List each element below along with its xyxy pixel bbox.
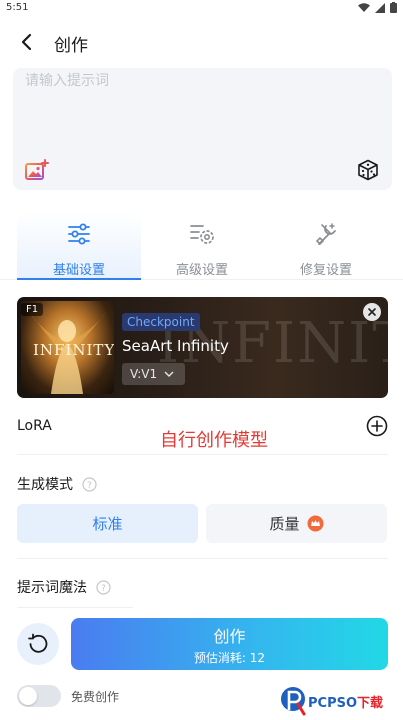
model-badge: F1 [21,303,44,316]
divider [17,607,133,608]
lora-annotation: 自行创作模型 [160,430,268,451]
prompt-magic-label: 提示词魔法 [17,580,87,596]
plus-circle-icon[interactable] [366,415,388,437]
watermark-text: PCPSO下载 [308,692,383,711]
model-card[interactable]: INFINITY INFINITY F1 Checkpoint SeaArt I… [17,297,388,398]
tab-label: 高级设置 [175,263,228,278]
gear-list-icon [190,225,214,244]
page-title: 创作 [54,36,88,56]
crown-icon [307,515,323,532]
svg-text:?: ? [101,584,106,594]
status-bar: 5:51 [0,0,403,16]
version-select[interactable]: V:V1 [122,363,185,385]
version-value: V:V1 [130,367,158,381]
image-add-icon[interactable] [25,159,49,181]
mode-standard-label: 标准 [92,515,123,533]
prompt-box [13,68,392,190]
lora-row: LoRA 自行创作模型 [17,405,388,455]
divider [17,558,388,559]
tab-repair-settings[interactable]: 修复设置 [264,212,388,280]
generation-mode-label: 生成模式 [17,477,73,493]
toggle-knob [19,687,37,705]
create-label: 创作 [213,626,246,646]
help-icon[interactable]: ? [82,476,97,492]
reset-icon [28,633,48,653]
create-button[interactable]: 创作 预估消耗: 12 [71,618,388,670]
help-icon[interactable]: ? [96,579,111,595]
checkpoint-tag: Checkpoint [122,313,200,331]
tab-advanced-settings[interactable]: 高级设置 [140,212,264,280]
sliders-icon [68,223,90,245]
free-create-toggle[interactable] [17,685,61,707]
reset-button[interactable] [17,623,59,665]
dice-icon[interactable] [357,159,379,181]
tab-label: 修复设置 [299,263,352,278]
free-create-label: 免费创作 [71,689,120,704]
app-header: 创作 [0,16,403,68]
model-thumbnail-text: INFINITY [33,341,114,359]
generation-mode-title: 生成模式 ? [17,474,97,494]
watermark: PCPSO下载 [280,683,402,719]
create-cost: 预估消耗: 12 [193,650,266,665]
tab-label: 基础设置 [52,263,105,278]
wifi-icon [358,2,370,12]
model-name: SeaArt Infinity [122,337,229,355]
lora-label: LoRA [17,418,52,434]
prompt-input[interactable] [25,70,365,92]
chevron-down-icon [164,371,174,377]
watermark-suffix: 下载 [357,695,384,711]
battery-icon [390,2,397,13]
close-icon[interactable] [363,303,381,321]
watermark-logo-icon [281,687,306,716]
watermark-prefix: PCPSO [308,695,358,711]
back-arrow-icon[interactable] [12,28,40,56]
free-create-row: 免费创作 [17,684,119,708]
repair-tools-icon [315,223,336,246]
prompt-magic-title: 提示词魔法 ? [17,577,111,597]
signal-icon [375,2,385,13]
mode-quality-button[interactable]: 质量 [206,504,387,543]
settings-tabs: 基础设置 高级设置 修复设置 [0,204,403,280]
mode-standard-button[interactable]: 标准 [17,504,198,543]
svg-text:?: ? [87,481,92,491]
status-time: 5:51 [6,2,29,13]
status-icons [358,2,397,13]
mode-quality-label: 质量 [269,515,300,533]
tab-basic-settings[interactable]: 基础设置 [17,212,141,280]
